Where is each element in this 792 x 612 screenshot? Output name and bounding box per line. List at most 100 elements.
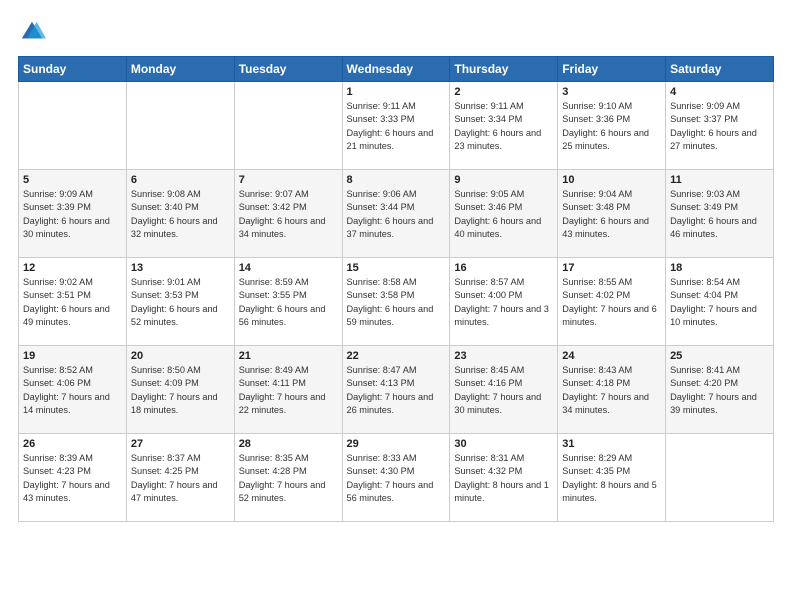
calendar-cell: 25Sunrise: 8:41 AM Sunset: 4:20 PM Dayli… (666, 346, 774, 434)
cell-text: Sunrise: 9:08 AM Sunset: 3:40 PM Dayligh… (131, 188, 230, 241)
cell-text: Sunrise: 9:02 AM Sunset: 3:51 PM Dayligh… (23, 276, 122, 329)
calendar-cell: 4 Sunrise: 9:09 AM Sunset: 3:37 PM Daylig… (666, 82, 774, 170)
calendar-cell: 5Sunrise: 9:09 AM Sunset: 3:39 PM Daylig… (19, 170, 127, 258)
cell-text: Sunrise: 9:05 AM Sunset: 3:46 PM Dayligh… (454, 188, 553, 241)
calendar-cell: 30 Sunrise: 8:31 AM Sunset: 4:32 PM Dayli… (450, 434, 558, 522)
calendar-cell: 2Sunrise: 9:11 AM Sunset: 3:34 PM Daylig… (450, 82, 558, 170)
cell-text: Sunrise: 9:04 AM Sunset: 3:48 PM Dayligh… (562, 188, 661, 241)
calendar-cell: 7Sunrise: 9:07 AM Sunset: 3:42 PM Daylig… (234, 170, 342, 258)
cell-text: Sunrise: 8:55 AM Sunset: 4:02 PM Dayligh… (562, 276, 661, 329)
calendar-cell: 12 Sunrise: 9:02 AM Sunset: 3:51 PM Dayli… (19, 258, 127, 346)
calendar-day-header: Monday (126, 57, 234, 82)
calendar-cell: 17 Sunrise: 8:55 AM Sunset: 4:02 PM Dayli… (558, 258, 666, 346)
calendar-cell: 20 Sunrise: 8:50 AM Sunset: 4:09 PM Dayli… (126, 346, 234, 434)
cell-text: Sunrise: 9:06 AM Sunset: 3:44 PM Dayligh… (347, 188, 446, 241)
calendar-cell: 18 Sunrise: 8:54 AM Sunset: 4:04 PM Dayli… (666, 258, 774, 346)
calendar-cell: 3Sunrise: 9:10 AM Sunset: 3:36 PM Daylig… (558, 82, 666, 170)
calendar-week-row: 5Sunrise: 9:09 AM Sunset: 3:39 PM Daylig… (19, 170, 774, 258)
cell-text: Sunrise: 9:11 AM Sunset: 3:33 PM Dayligh… (347, 100, 446, 153)
cell-text: Sunrise: 8:57 AM Sunset: 4:00 PM Dayligh… (454, 276, 553, 329)
calendar-cell (666, 434, 774, 522)
calendar-week-row: 19 Sunrise: 8:52 AM Sunset: 4:06 PM Dayli… (19, 346, 774, 434)
calendar-week-row: 26 Sunrise: 8:39 AM Sunset: 4:23 PM Dayli… (19, 434, 774, 522)
day-number: 22 (347, 350, 446, 362)
calendar-cell: 11 Sunrise: 9:03 AM Sunset: 3:49 PM Dayli… (666, 170, 774, 258)
calendar-cell: 19 Sunrise: 8:52 AM Sunset: 4:06 PM Dayli… (19, 346, 127, 434)
cell-text: Sunrise: 8:39 AM Sunset: 4:23 PM Dayligh… (23, 452, 122, 505)
cell-text: Sunrise: 8:33 AM Sunset: 4:30 PM Dayligh… (347, 452, 446, 505)
day-number: 28 (239, 438, 338, 450)
day-number: 3 (562, 86, 661, 98)
calendar-cell: 24 Sunrise: 8:43 AM Sunset: 4:18 PM Dayli… (558, 346, 666, 434)
cell-text: Sunrise: 8:54 AM Sunset: 4:04 PM Dayligh… (670, 276, 769, 329)
calendar-cell: 13 Sunrise: 9:01 AM Sunset: 3:53 PM Dayli… (126, 258, 234, 346)
day-number: 27 (131, 438, 230, 450)
cell-text: Sunrise: 8:47 AM Sunset: 4:13 PM Dayligh… (347, 364, 446, 417)
cell-text: Sunrise: 8:29 AM Sunset: 4:35 PM Dayligh… (562, 452, 661, 505)
calendar-cell: 23Sunrise: 8:45 AM Sunset: 4:16 PM Dayli… (450, 346, 558, 434)
calendar-cell: 15Sunrise: 8:58 AM Sunset: 3:58 PM Dayli… (342, 258, 450, 346)
day-number: 17 (562, 262, 661, 274)
calendar-cell: 22 Sunrise: 8:47 AM Sunset: 4:13 PM Dayli… (342, 346, 450, 434)
cell-text: Sunrise: 9:09 AM Sunset: 3:37 PM Dayligh… (670, 100, 769, 153)
calendar-cell: 31 Sunrise: 8:29 AM Sunset: 4:35 PM Dayli… (558, 434, 666, 522)
cell-text: Sunrise: 8:52 AM Sunset: 4:06 PM Dayligh… (23, 364, 122, 417)
cell-text: Sunrise: 9:01 AM Sunset: 3:53 PM Dayligh… (131, 276, 230, 329)
calendar-cell: 9 Sunrise: 9:05 AM Sunset: 3:46 PM Daylig… (450, 170, 558, 258)
cell-text: Sunrise: 8:45 AM Sunset: 4:16 PM Dayligh… (454, 364, 553, 417)
cell-text: Sunrise: 8:59 AM Sunset: 3:55 PM Dayligh… (239, 276, 338, 329)
day-number: 1 (347, 86, 446, 98)
header (18, 18, 774, 46)
day-number: 24 (562, 350, 661, 362)
day-number: 26 (23, 438, 122, 450)
calendar-cell: 14 Sunrise: 8:59 AM Sunset: 3:55 PM Dayli… (234, 258, 342, 346)
day-number: 14 (239, 262, 338, 274)
cell-text: Sunrise: 9:03 AM Sunset: 3:49 PM Dayligh… (670, 188, 769, 241)
cell-text: Sunrise: 8:43 AM Sunset: 4:18 PM Dayligh… (562, 364, 661, 417)
cell-text: Sunrise: 9:07 AM Sunset: 3:42 PM Dayligh… (239, 188, 338, 241)
day-number: 13 (131, 262, 230, 274)
calendar-week-row: 12 Sunrise: 9:02 AM Sunset: 3:51 PM Dayli… (19, 258, 774, 346)
cell-text: Sunrise: 8:49 AM Sunset: 4:11 PM Dayligh… (239, 364, 338, 417)
cell-text: Sunrise: 8:31 AM Sunset: 4:32 PM Dayligh… (454, 452, 553, 505)
calendar-cell: 27 Sunrise: 8:37 AM Sunset: 4:25 PM Dayli… (126, 434, 234, 522)
day-number: 25 (670, 350, 769, 362)
day-number: 31 (562, 438, 661, 450)
day-number: 30 (454, 438, 553, 450)
day-number: 18 (670, 262, 769, 274)
calendar-day-header: Sunday (19, 57, 127, 82)
calendar-cell: 10 Sunrise: 9:04 AM Sunset: 3:48 PM Dayli… (558, 170, 666, 258)
calendar-cell: 29 Sunrise: 8:33 AM Sunset: 4:30 PM Dayli… (342, 434, 450, 522)
day-number: 11 (670, 174, 769, 186)
day-number: 20 (131, 350, 230, 362)
calendar-day-header: Wednesday (342, 57, 450, 82)
calendar-cell: 8 Sunrise: 9:06 AM Sunset: 3:44 PM Daylig… (342, 170, 450, 258)
cell-text: Sunrise: 8:37 AM Sunset: 4:25 PM Dayligh… (131, 452, 230, 505)
calendar-cell: 16 Sunrise: 8:57 AM Sunset: 4:00 PM Dayli… (450, 258, 558, 346)
cell-text: Sunrise: 8:50 AM Sunset: 4:09 PM Dayligh… (131, 364, 230, 417)
day-number: 16 (454, 262, 553, 274)
day-number: 29 (347, 438, 446, 450)
calendar-cell: 28 Sunrise: 8:35 AM Sunset: 4:28 PM Dayli… (234, 434, 342, 522)
logo-icon (18, 18, 46, 46)
calendar-cell: 21Sunrise: 8:49 AM Sunset: 4:11 PM Dayli… (234, 346, 342, 434)
calendar-cell: 1 Sunrise: 9:11 AM Sunset: 3:33 PM Daylig… (342, 82, 450, 170)
calendar: SundayMondayTuesdayWednesdayThursdayFrid… (18, 56, 774, 522)
day-number: 6 (131, 174, 230, 186)
page: SundayMondayTuesdayWednesdayThursdayFrid… (0, 0, 792, 612)
day-number: 4 (670, 86, 769, 98)
day-number: 10 (562, 174, 661, 186)
day-number: 8 (347, 174, 446, 186)
calendar-day-header: Saturday (666, 57, 774, 82)
day-number: 15 (347, 262, 446, 274)
cell-text: Sunrise: 8:35 AM Sunset: 4:28 PM Dayligh… (239, 452, 338, 505)
day-number: 12 (23, 262, 122, 274)
cell-text: Sunrise: 9:09 AM Sunset: 3:39 PM Dayligh… (23, 188, 122, 241)
calendar-day-header: Friday (558, 57, 666, 82)
day-number: 2 (454, 86, 553, 98)
day-number: 9 (454, 174, 553, 186)
calendar-cell (19, 82, 127, 170)
day-number: 19 (23, 350, 122, 362)
calendar-cell (126, 82, 234, 170)
calendar-header-row: SundayMondayTuesdayWednesdayThursdayFrid… (19, 57, 774, 82)
